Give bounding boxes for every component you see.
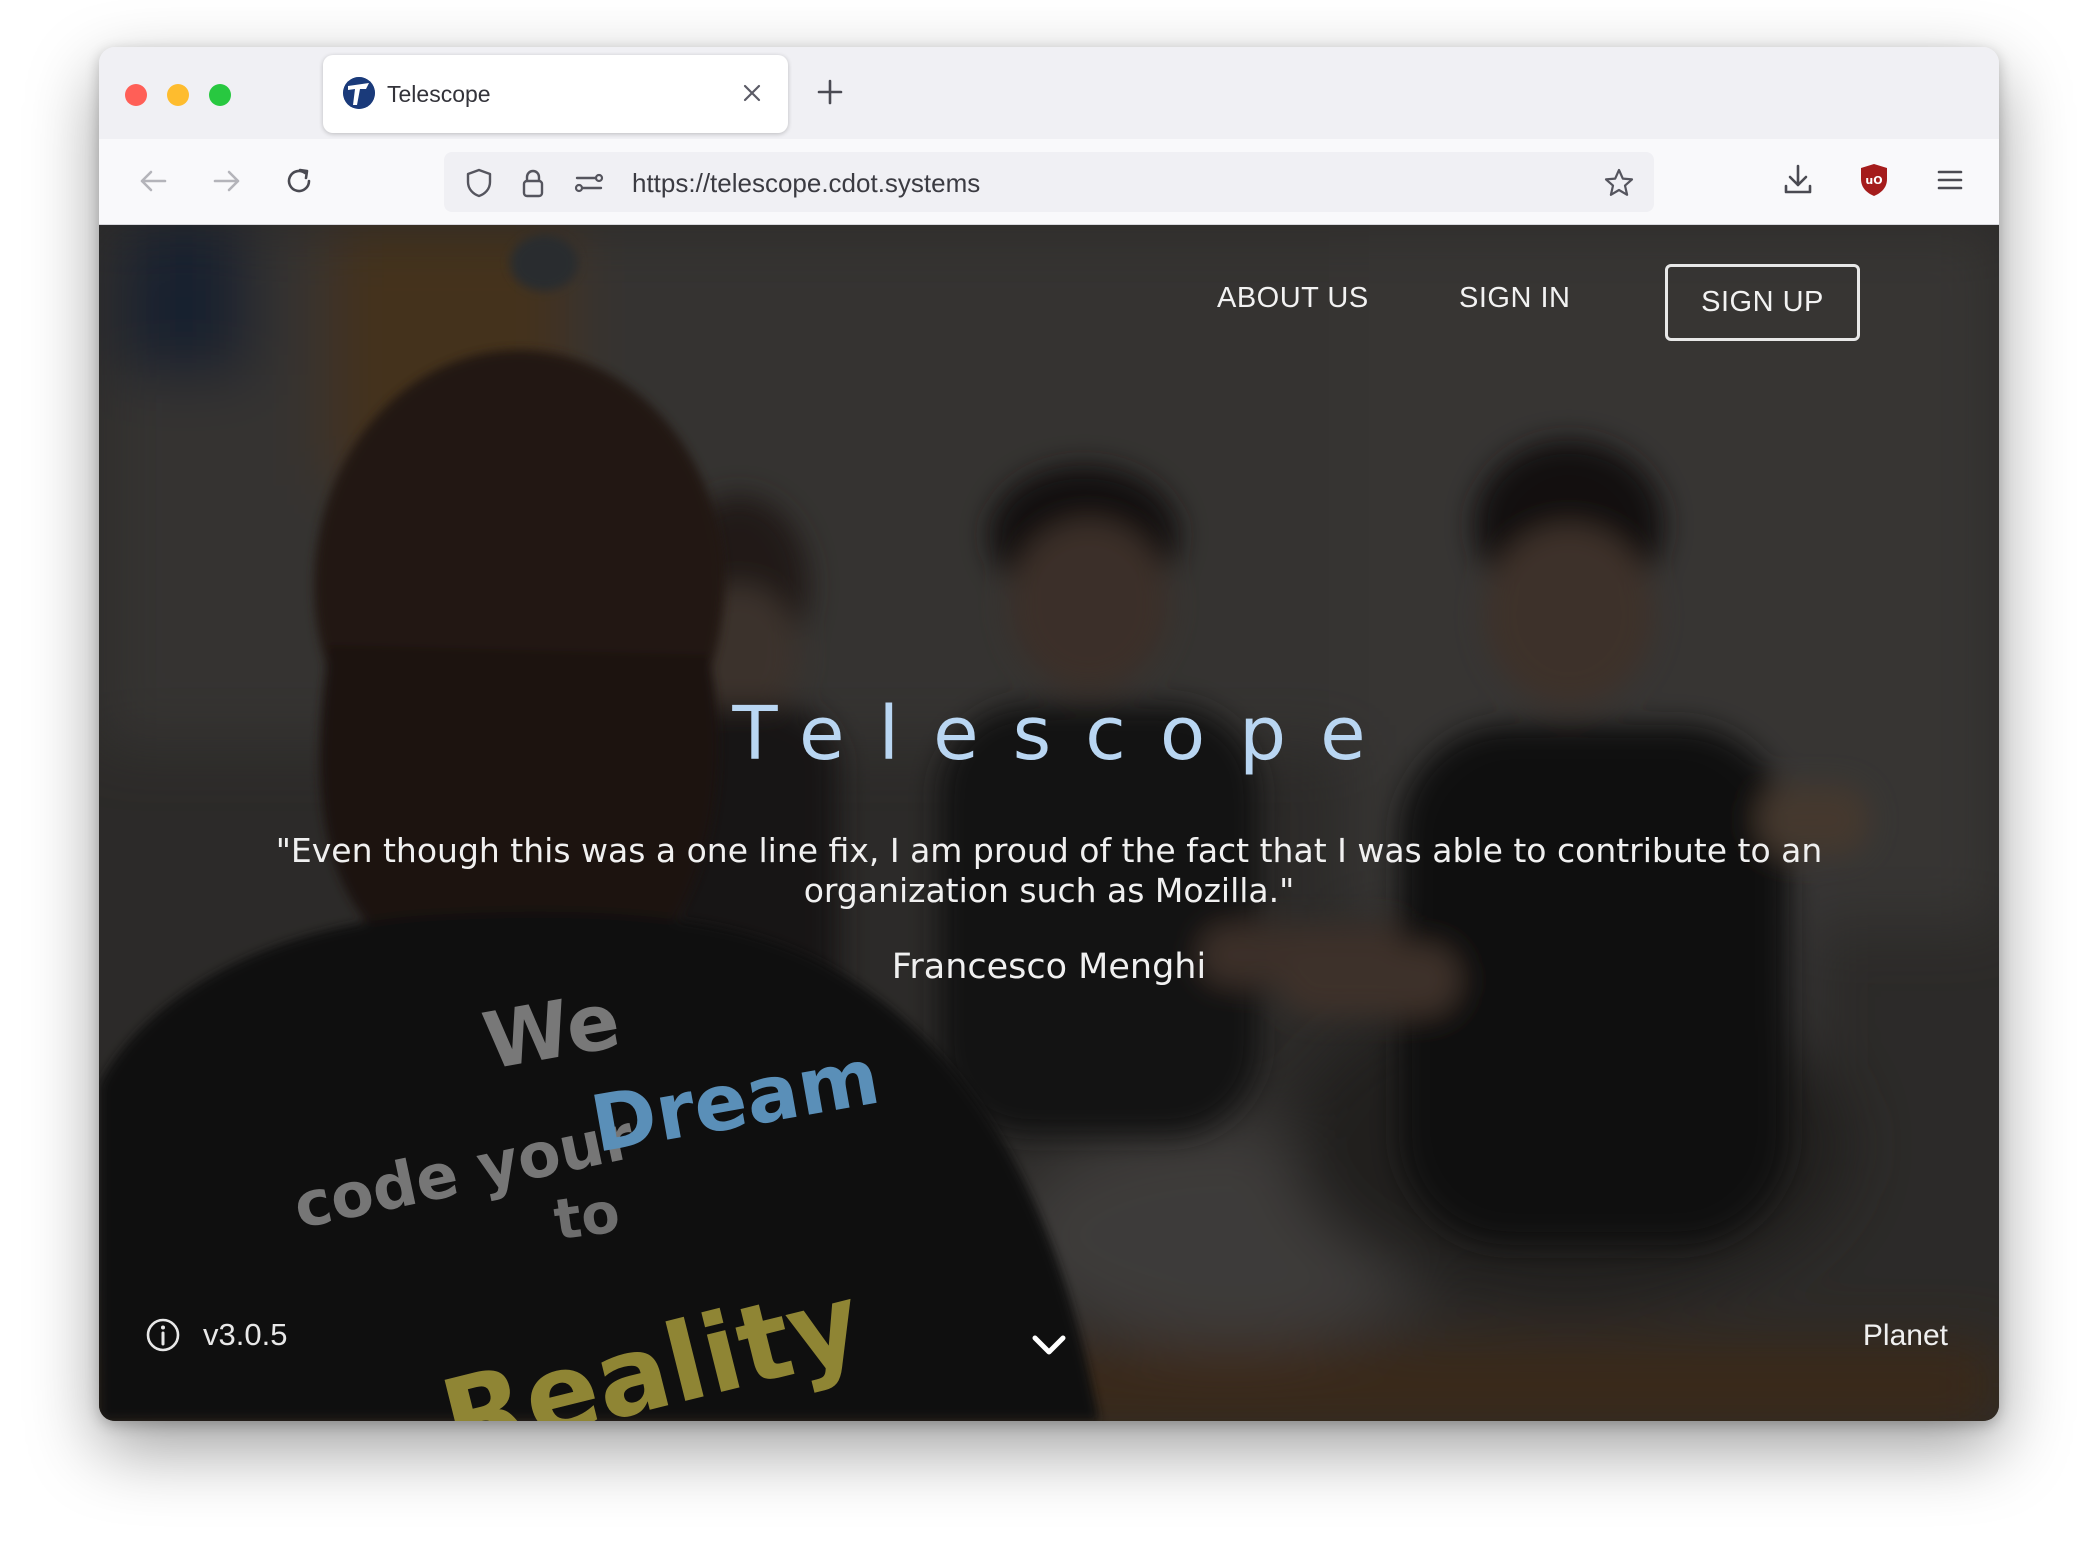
browser-window: Telescope https://telescope.cdot.systems… <box>99 47 1999 1421</box>
tracking-shield-icon[interactable] <box>462 166 496 200</box>
close-window-button[interactable] <box>125 84 147 106</box>
reload-icon[interactable] <box>279 161 319 201</box>
close-tab-icon[interactable] <box>736 77 768 109</box>
planet-link[interactable]: Planet <box>1863 1319 1948 1353</box>
hero-title: Telescope <box>732 691 1400 777</box>
tab-telescope[interactable]: Telescope <box>323 55 788 133</box>
tab-strip: Telescope <box>99 47 1999 139</box>
back-arrow-icon[interactable] <box>133 161 173 201</box>
svg-text:uO: uO <box>1865 174 1882 187</box>
sign-up-button[interactable]: SIGN UP <box>1665 264 1860 341</box>
lock-icon[interactable] <box>516 166 550 200</box>
quote-author: Francesco Menghi <box>891 947 1207 987</box>
url-text[interactable]: https://telescope.cdot.systems <box>632 168 980 199</box>
version-label: v3.0.5 <box>203 1317 288 1352</box>
telescope-logo-icon <box>343 77 375 109</box>
navigation-toolbar: https://telescope.cdot.systems uO <box>99 139 1999 225</box>
version-info[interactable]: v3.0.5 <box>145 1315 287 1355</box>
ublock-shield-icon[interactable]: uO <box>1853 159 1895 201</box>
chevron-down-icon[interactable] <box>1023 1328 1075 1364</box>
shirt-text-to: to <box>550 1180 624 1253</box>
new-tab-plus-icon[interactable] <box>811 73 849 111</box>
star-icon[interactable] <box>1602 166 1636 200</box>
info-icon[interactable] <box>145 1317 181 1353</box>
background-photo: We code your Dream to Reality <box>99 225 1999 1421</box>
minimize-window-button[interactable] <box>167 84 189 106</box>
forward-arrow-icon[interactable] <box>207 161 247 201</box>
address-bar[interactable]: https://telescope.cdot.systems <box>444 152 1654 212</box>
telescope-homepage: We code your Dream to Reality ABOUT US S… <box>99 225 1999 1421</box>
permissions-icon[interactable] <box>572 166 606 200</box>
sign-in-link[interactable]: SIGN IN <box>1459 282 1570 315</box>
download-icon[interactable] <box>1777 159 1819 201</box>
about-us-link[interactable]: ABOUT US <box>1217 282 1369 315</box>
hero-quote: "Even though this was a one line fix, I … <box>275 831 1823 910</box>
tab-title: Telescope <box>387 81 491 107</box>
maximize-window-button[interactable] <box>209 84 231 106</box>
hamburger-menu-icon[interactable] <box>1929 159 1971 201</box>
